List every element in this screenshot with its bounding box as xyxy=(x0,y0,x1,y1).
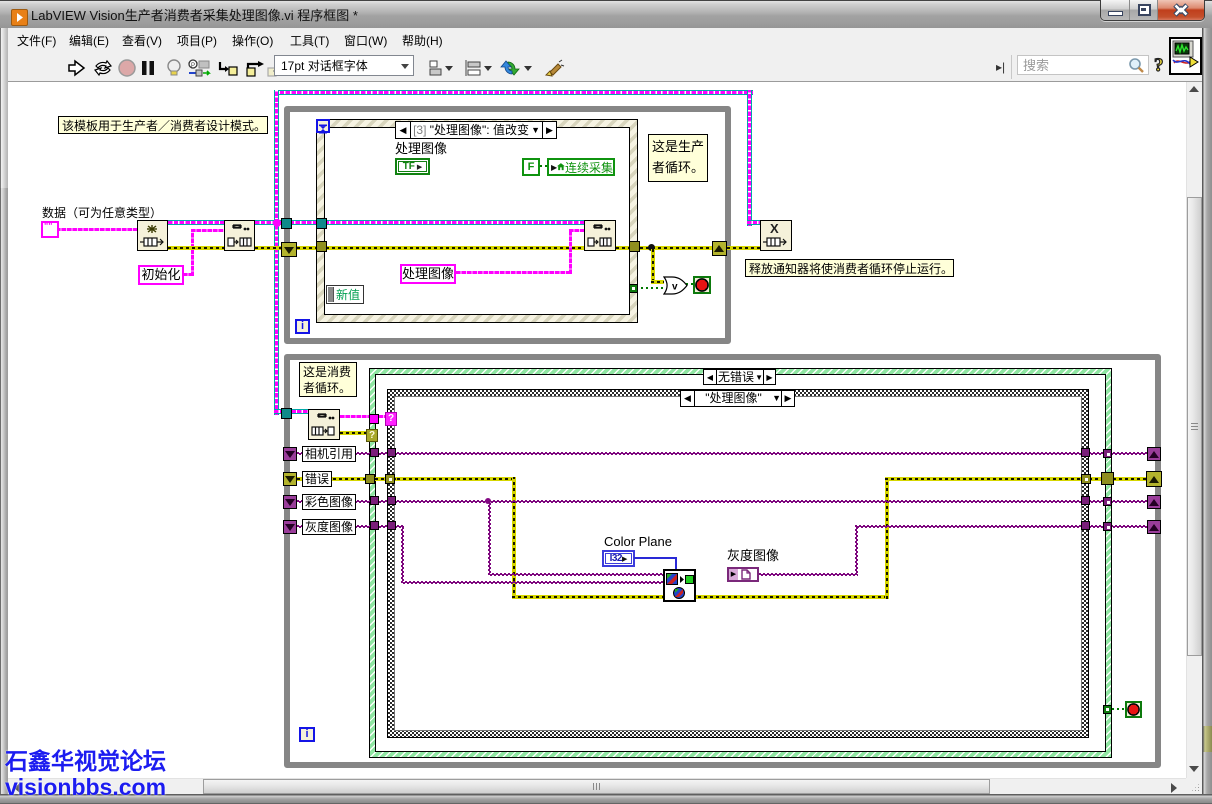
svg-text:v: v xyxy=(672,282,678,293)
svg-text:P: P xyxy=(191,63,195,69)
svg-text:X: X xyxy=(770,221,779,236)
